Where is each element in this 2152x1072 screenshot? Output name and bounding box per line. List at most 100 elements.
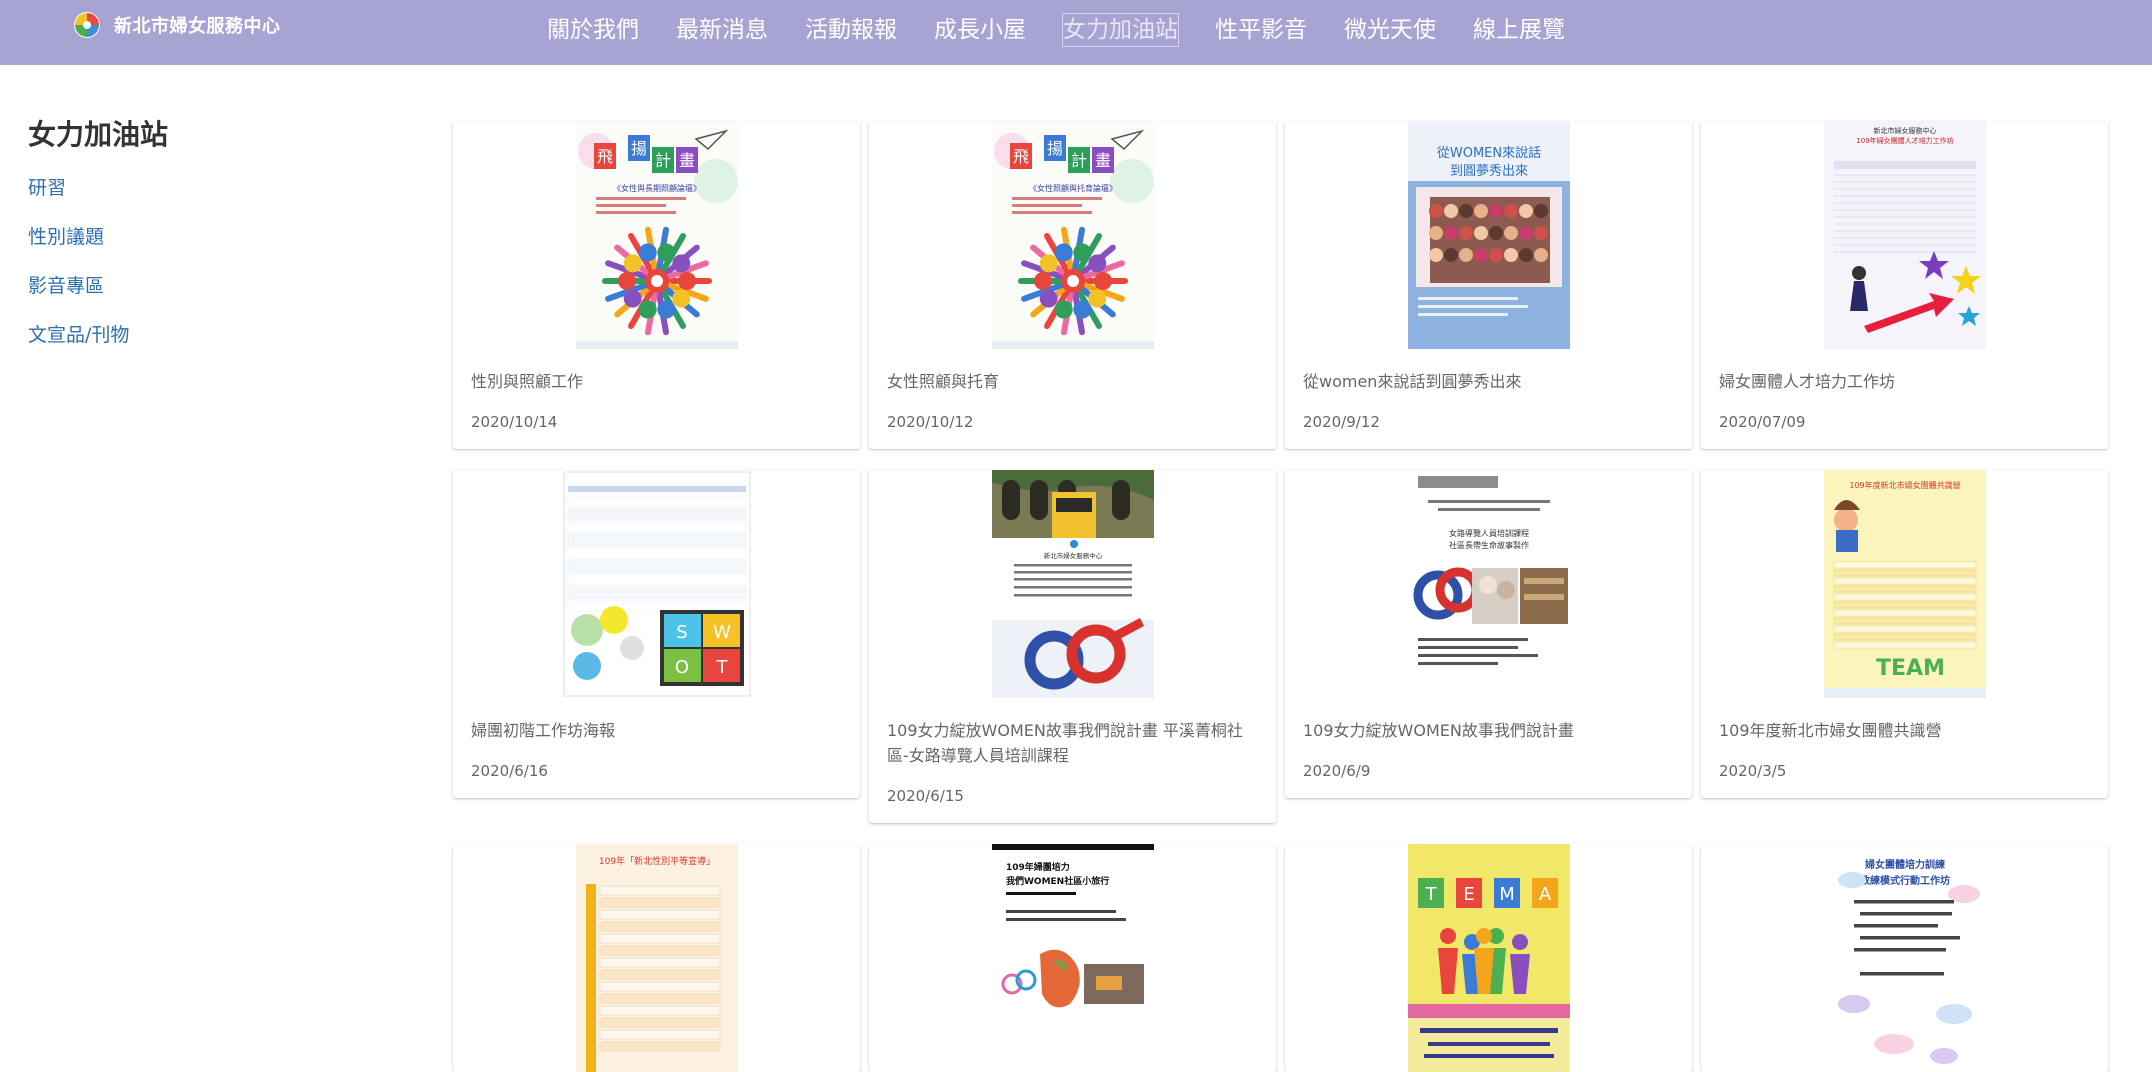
article-card[interactable]: 109年度新北市婦女團體共識營 TEAM 109年度新北市婦女團體共識營 2020…	[1701, 470, 2108, 798]
nav-item-4[interactable]: 女力加油站	[1062, 13, 1179, 47]
poster-image: 新北市婦女服務中心 109年婦女團體人才培力工作坊	[1823, 121, 1986, 349]
poster-image: 109年「新北性別平等宣導」	[575, 844, 738, 1072]
nav-item-3[interactable]: 成長小屋	[934, 14, 1026, 46]
nav-item-1[interactable]: 最新消息	[676, 14, 768, 46]
poster-image: 婦女團體培力訓練 教練模式行動工作坊	[1823, 844, 1986, 1072]
svg-text:T: T	[1424, 884, 1437, 905]
svg-text:婦女團體培力訓練: 婦女團體培力訓練	[1864, 858, 1945, 871]
svg-text:畫: 畫	[678, 151, 694, 170]
card-thumbnail[interactable]: 109年婦團培力 我們WOMEN社區小旅行	[869, 844, 1276, 1072]
svg-text:飛: 飛	[596, 147, 612, 166]
sidebar-item-publications[interactable]: 文宣品/刊物	[28, 320, 328, 347]
card-title[interactable]: 109女力綻放WOMEN故事我們說計畫 平溪菁桐社區-女路導覽人員培訓課程	[869, 698, 1276, 768]
nav-item-6[interactable]: 微光天使	[1344, 14, 1436, 46]
article-card[interactable]: 新北市婦女服務中心 109年婦女團體人才培力工作坊 婦女團體人才培力工作坊 202…	[1701, 121, 2108, 449]
svg-text:TEAM: TEAM	[1876, 656, 1945, 681]
card-thumbnail[interactable]: 女路導覽人員培訓課程 社區長帶生命故事製作	[1285, 470, 1692, 698]
card-date: 2020/9/12	[1303, 413, 1380, 431]
article-card[interactable]: 109年「新北性別平等宣導」	[453, 844, 860, 1072]
svg-text:教練模式行動工作坊: 教練模式行動工作坊	[1859, 874, 1950, 887]
card-thumbnail[interactable]: S W O T	[453, 470, 860, 698]
card-thumbnail[interactable]: TEMA	[1285, 844, 1692, 1072]
poster-image: S W O T	[561, 470, 753, 698]
sidebar-title: 女力加油站	[28, 118, 169, 151]
svg-text:109年婦團培力: 109年婦團培力	[1006, 861, 1070, 873]
card-title[interactable]: 109女力綻放WOMEN故事我們說計畫	[1285, 698, 1692, 743]
svg-text:《女性與長期照顧論壇》: 《女性與長期照顧論壇》	[613, 183, 701, 193]
article-card[interactable]: 飛 揚 計 畫 《女性與長期照顧論壇》 性別與照顧工作 2020/10/14	[453, 121, 860, 449]
main-nav: 關於我們 最新消息 活動報報 成長小屋 女力加油站 性平影音 微光天使 線上展覽	[547, 13, 1602, 47]
svg-text:M: M	[1499, 884, 1515, 905]
site-title: 新北市婦女服務中心	[114, 16, 281, 37]
card-title[interactable]: 婦團初階工作坊海報	[453, 698, 860, 743]
article-card[interactable]: 女路導覽人員培訓課程 社區長帶生命故事製作 109女力綻放WOMEN故事我們說計…	[1285, 470, 1692, 798]
svg-text:109年「新北性別平等宣導」: 109年「新北性別平等宣導」	[598, 855, 714, 867]
svg-text:飛: 飛	[1012, 147, 1028, 166]
card-thumbnail[interactable]: 新北市婦女服務中心 109年婦女團體人才培力工作坊	[1701, 121, 2108, 349]
svg-text:《女性照顧與托育論壇》: 《女性照顧與托育論壇》	[1029, 183, 1117, 193]
poster-image: 109年度新北市婦女團體共識營 TEAM	[1823, 470, 1986, 698]
svg-text:畫: 畫	[1094, 151, 1110, 170]
svg-text:E: E	[1463, 884, 1474, 905]
card-date: 2020/6/9	[1303, 762, 1371, 780]
svg-text:計: 計	[654, 151, 670, 170]
poster-image: TEMA	[1407, 844, 1570, 1072]
card-thumbnail[interactable]: 飛 揚 計 畫 《女性與長期照顧論壇》	[453, 121, 860, 349]
card-date: 2020/3/5	[1719, 762, 1787, 780]
svg-text:109年度新北市婦女團體共識營: 109年度新北市婦女團體共識營	[1849, 480, 1960, 490]
card-date: 2020/6/15	[887, 787, 964, 805]
poster-image: 女路導覽人員培訓課程 社區長帶生命故事製作	[1407, 470, 1570, 698]
svg-text:社區長帶生命故事製作: 社區長帶生命故事製作	[1449, 540, 1529, 550]
article-grid: 飛 揚 計 畫 《女性與長期照顧論壇》 性別與照顧工作 2020/10/14 飛…	[453, 121, 2109, 1072]
logo-icon	[70, 10, 104, 40]
site-logo[interactable]: 新北市婦女服務中心	[70, 10, 281, 40]
nav-item-2[interactable]: 活動報報	[805, 14, 897, 46]
card-thumbnail[interactable]: 新北市婦女服務中心	[869, 470, 1276, 698]
card-thumbnail[interactable]: 從WOMEN來說話 到圓夢秀出來	[1285, 121, 1692, 349]
article-card[interactable]: S W O T 婦團初階工作坊海報 2020/6/16	[453, 470, 860, 798]
svg-text:我們WOMEN社區小旅行: 我們WOMEN社區小旅行	[1006, 875, 1109, 887]
sidebar-item-workshop[interactable]: 研習	[28, 173, 328, 200]
card-title[interactable]: 婦女團體人才培力工作坊	[1701, 349, 2108, 394]
nav-item-0[interactable]: 關於我們	[547, 14, 639, 46]
article-card[interactable]: TEMA	[1285, 844, 1692, 1072]
svg-text:W: W	[713, 622, 731, 643]
svg-text:S: S	[676, 622, 687, 643]
svg-text:新北市婦女服務中心: 新北市婦女服務中心	[1043, 551, 1102, 560]
card-date: 2020/10/12	[887, 413, 974, 431]
svg-text:O: O	[674, 657, 688, 678]
card-date: 2020/07/09	[1719, 413, 1806, 431]
card-date: 2020/10/14	[471, 413, 558, 431]
nav-item-7[interactable]: 線上展覽	[1473, 14, 1565, 46]
poster-image: 新北市婦女服務中心	[991, 470, 1154, 698]
svg-text:計: 計	[1070, 151, 1086, 170]
svg-text:到圓夢秀出來: 到圓夢秀出來	[1449, 164, 1527, 179]
article-card[interactable]: 飛 揚 計 畫 《女性照顧與托育論壇》 女性照顧與托育 2020/10/12	[869, 121, 1276, 449]
card-title[interactable]: 從women來說話到圓夢秀出來	[1285, 349, 1692, 394]
sidebar: 女力加油站 研習 性別議題 影音專區 文宣品/刊物	[28, 113, 328, 369]
svg-text:新北市婦女服務中心: 新北市婦女服務中心	[1873, 126, 1936, 135]
svg-text:女路導覽人員培訓課程: 女路導覽人員培訓課程	[1449, 528, 1529, 538]
nav-item-5[interactable]: 性平影音	[1215, 14, 1307, 46]
card-thumbnail[interactable]: 109年「新北性別平等宣導」	[453, 844, 860, 1072]
svg-text:T: T	[715, 657, 728, 678]
svg-text:揚: 揚	[1046, 139, 1062, 158]
article-card[interactable]: 109年婦團培力 我們WOMEN社區小旅行	[869, 844, 1276, 1072]
article-card[interactable]: 從WOMEN來說話 到圓夢秀出來 從women來說話到圓夢秀出來 2020/9/1…	[1285, 121, 1692, 449]
card-thumbnail[interactable]: 飛 揚 計 畫 《女性照顧與托育論壇》	[869, 121, 1276, 349]
svg-text:揚: 揚	[630, 139, 646, 158]
article-card[interactable]: 婦女團體培力訓練 教練模式行動工作坊	[1701, 844, 2108, 1072]
card-thumbnail[interactable]: 109年度新北市婦女團體共識營 TEAM	[1701, 470, 2108, 698]
svg-text:從WOMEN來說話: 從WOMEN來說話	[1436, 145, 1540, 161]
top-navbar: 新北市婦女服務中心 關於我們 最新消息 活動報報 成長小屋 女力加油站 性平影音 微光天使 線…	[0, 0, 2152, 65]
article-card[interactable]: 新北市婦女服務中心 109女力綻放WOMEN故事我們說計畫 平溪菁桐社區-女路導…	[869, 470, 1276, 823]
card-title[interactable]: 109年度新北市婦女團體共識營	[1701, 698, 2108, 743]
card-thumbnail[interactable]: 婦女團體培力訓練 教練模式行動工作坊	[1701, 844, 2108, 1072]
card-title[interactable]: 性別與照顧工作	[453, 349, 860, 394]
card-title[interactable]: 女性照顧與托育	[869, 349, 1276, 394]
sidebar-item-media[interactable]: 影音專區	[28, 271, 328, 298]
sidebar-item-gender-issues[interactable]: 性別議題	[28, 222, 328, 249]
poster-image: 飛 揚 計 畫 《女性照顧與托育論壇》	[991, 121, 1154, 349]
poster-image: 109年婦團培力 我們WOMEN社區小旅行	[991, 844, 1154, 1072]
poster-image: 飛 揚 計 畫 《女性與長期照顧論壇》	[575, 121, 738, 349]
